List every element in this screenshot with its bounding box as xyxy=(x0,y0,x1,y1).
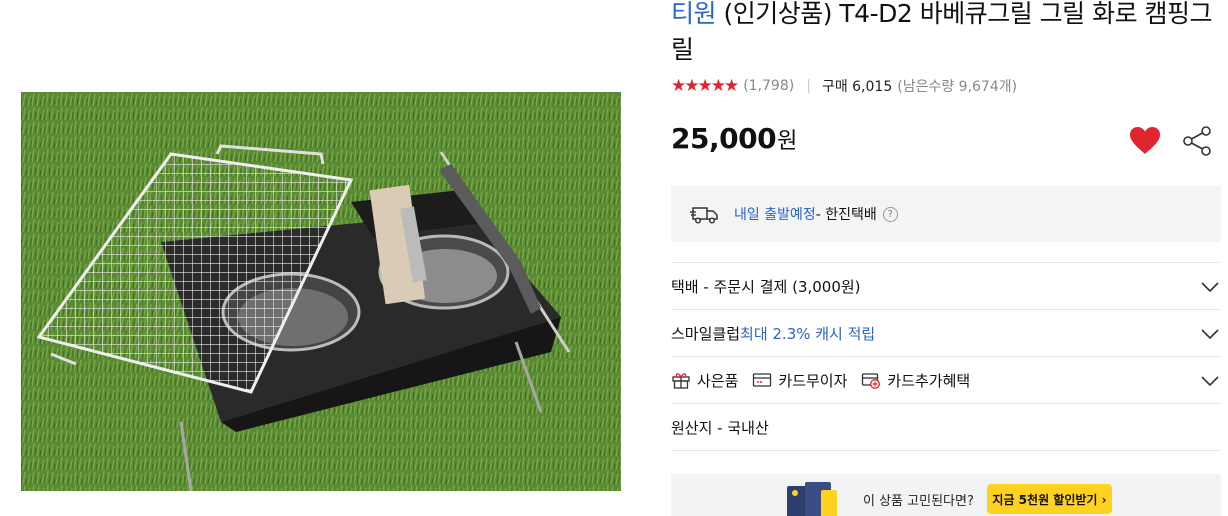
truck-icon xyxy=(690,207,718,224)
divider: | xyxy=(806,78,811,94)
cash-reward-text: 최대 2.3% 캐시 적립 xyxy=(740,324,876,343)
gift-icon xyxy=(672,373,690,389)
review-count-link[interactable]: (1,798) xyxy=(743,78,794,94)
gift-label: 사은품 xyxy=(697,371,739,390)
origin-row: 원산지 - 국내산 xyxy=(671,403,1221,451)
product-title: 티원 (인기상품) T4-D2 바베큐그릴 그릴 화로 캠핑그릴 xyxy=(671,0,1221,68)
origin-label: 원산지 - 국내산 xyxy=(671,418,769,437)
price-value: 25,000 xyxy=(671,122,777,155)
card-interest-free-label: 카드무이자 xyxy=(778,371,848,390)
card-interest-free-benefit[interactable]: 카드무이자 xyxy=(752,370,847,391)
brand-link[interactable]: 티원 xyxy=(671,0,717,28)
smile-club-row[interactable]: 스마일클럽 최대 2.3% 캐시 적립 xyxy=(671,309,1221,356)
chevron-down-icon[interactable] xyxy=(1199,370,1221,392)
delivery-schedule: 내일 출발예정 xyxy=(734,207,816,223)
shipping-option-label: 택배 - 주문시 결제 (3,000원) xyxy=(671,277,861,296)
purchase-count: 구매 6,015 xyxy=(821,79,893,95)
rating-row: ★★★★★ (1,798) | 구매 6,015 (남은수량 9,674개) xyxy=(671,75,1017,97)
delivery-carrier: - 한진택배 xyxy=(815,207,877,223)
delivery-info: 내일 출발예정 - 한진택배 ? xyxy=(671,186,1221,242)
shipping-option-row[interactable]: 택배 - 주문시 결제 (3,000원) xyxy=(671,262,1221,309)
gift-benefit[interactable]: 사은품 xyxy=(671,370,738,391)
heart-icon[interactable] xyxy=(1128,124,1162,158)
card-icon xyxy=(753,373,772,387)
share-icon[interactable] xyxy=(1182,126,1212,156)
coupon-card-illustration xyxy=(787,482,837,516)
promo-question: 이 상품 고민된다면? xyxy=(863,494,974,509)
card-extra-benefit-label: 카드추가혜택 xyxy=(887,371,971,390)
price: 25,000원 xyxy=(671,122,797,155)
remaining-stock: (남은수량 9,674개) xyxy=(897,79,1018,95)
discount-cta-button[interactable]: 지금 5천원 할인받기 › xyxy=(987,484,1112,514)
rating-stars: ★★★★★ xyxy=(671,76,739,96)
product-name: (인기상품) T4-D2 바베큐그릴 그릴 화로 캠핑그릴 xyxy=(671,0,1213,64)
smile-club-label: 스마일클럽 xyxy=(671,324,741,343)
card-plus-icon xyxy=(862,373,881,389)
promo-banner[interactable]: 이 상품 고민된다면? 지금 5천원 할인받기 › xyxy=(671,474,1221,516)
product-image[interactable] xyxy=(21,92,621,491)
help-icon[interactable]: ? xyxy=(882,206,898,222)
chevron-down-icon[interactable] xyxy=(1199,323,1221,345)
price-unit: 원 xyxy=(777,129,797,154)
card-extra-benefit[interactable]: 카드추가혜택 xyxy=(861,370,970,391)
benefits-row[interactable]: 사은품 카드무이자 카드추가혜택 xyxy=(671,356,1221,403)
chevron-down-icon[interactable] xyxy=(1199,276,1221,298)
